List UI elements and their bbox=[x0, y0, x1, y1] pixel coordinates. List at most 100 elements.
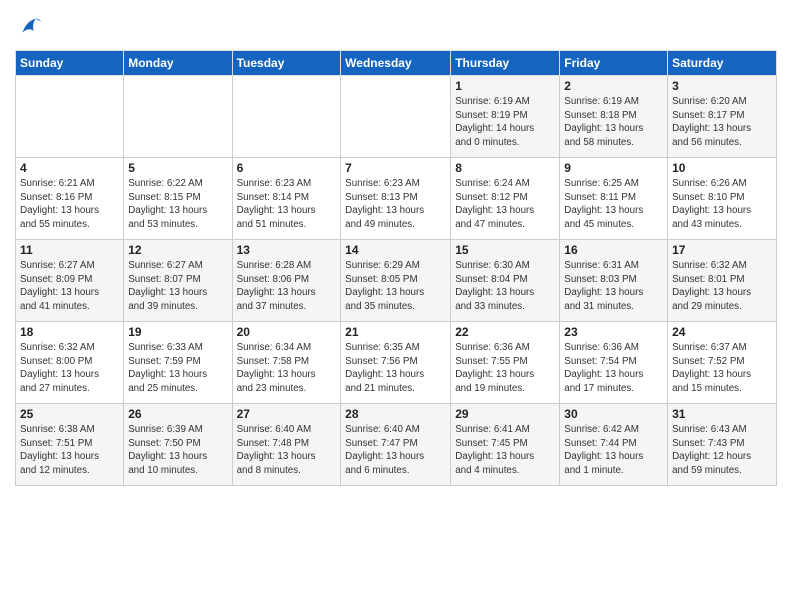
day-number: 4 bbox=[20, 161, 119, 175]
calendar-cell bbox=[232, 76, 341, 158]
day-number: 6 bbox=[237, 161, 337, 175]
day-info: Sunrise: 6:30 AMSunset: 8:04 PMDaylight:… bbox=[455, 259, 555, 314]
day-info: Sunrise: 6:25 AMSunset: 8:11 PMDaylight:… bbox=[564, 177, 663, 232]
calendar-header-cell: Thursday bbox=[451, 51, 560, 76]
day-number: 21 bbox=[345, 325, 446, 339]
calendar-cell bbox=[124, 76, 232, 158]
day-number: 20 bbox=[237, 325, 337, 339]
calendar-cell: 20 Sunrise: 6:34 AMSunset: 7:58 PMDayligh… bbox=[232, 322, 341, 404]
calendar-cell: 12 Sunrise: 6:27 AMSunset: 8:07 PMDayligh… bbox=[124, 240, 232, 322]
day-number: 10 bbox=[672, 161, 772, 175]
day-info: Sunrise: 6:24 AMSunset: 8:12 PMDaylight:… bbox=[455, 177, 555, 232]
day-info: Sunrise: 6:27 AMSunset: 8:07 PMDaylight:… bbox=[128, 259, 227, 314]
day-info: Sunrise: 6:40 AMSunset: 7:47 PMDaylight:… bbox=[345, 423, 446, 478]
day-info: Sunrise: 6:41 AMSunset: 7:45 PMDaylight:… bbox=[455, 423, 555, 478]
day-number: 18 bbox=[20, 325, 119, 339]
calendar-cell: 31Sunrise: 6:43 AMSunset: 7:43 PMDayligh… bbox=[668, 404, 777, 486]
day-info: Sunrise: 6:33 AMSunset: 7:59 PMDaylight:… bbox=[128, 341, 227, 396]
day-number: 22 bbox=[455, 325, 555, 339]
calendar-cell: 16 Sunrise: 6:31 AMSunset: 8:03 PMDayligh… bbox=[560, 240, 668, 322]
calendar-table: SundayMondayTuesdayWednesdayThursdayFrid… bbox=[15, 50, 777, 486]
calendar-header-cell: Monday bbox=[124, 51, 232, 76]
calendar-cell: 14 Sunrise: 6:29 AMSunset: 8:05 PMDayligh… bbox=[341, 240, 451, 322]
day-number: 26 bbox=[128, 407, 227, 421]
calendar-week-row: 18 Sunrise: 6:32 AMSunset: 8:00 PMDayligh… bbox=[16, 322, 777, 404]
day-number: 29 bbox=[455, 407, 555, 421]
calendar-week-row: 1Sunrise: 6:19 AMSunset: 8:19 PMDaylight… bbox=[16, 76, 777, 158]
day-number: 16 bbox=[564, 243, 663, 257]
day-number: 11 bbox=[20, 243, 119, 257]
calendar-cell: 30Sunrise: 6:42 AMSunset: 7:44 PMDayligh… bbox=[560, 404, 668, 486]
page-header bbox=[15, 10, 777, 42]
day-info: Sunrise: 6:35 AMSunset: 7:56 PMDaylight:… bbox=[345, 341, 446, 396]
day-info: Sunrise: 6:34 AMSunset: 7:58 PMDaylight:… bbox=[237, 341, 337, 396]
calendar-cell: 7Sunrise: 6:23 AMSunset: 8:13 PMDaylight… bbox=[341, 158, 451, 240]
calendar-cell: 26 Sunrise: 6:39 AMSunset: 7:50 PMDayligh… bbox=[124, 404, 232, 486]
day-info: Sunrise: 6:36 AMSunset: 7:55 PMDaylight:… bbox=[455, 341, 555, 396]
day-info: Sunrise: 6:19 AMSunset: 8:18 PMDaylight:… bbox=[564, 95, 663, 150]
day-number: 5 bbox=[128, 161, 227, 175]
day-info: Sunrise: 6:23 AMSunset: 8:13 PMDaylight:… bbox=[345, 177, 446, 232]
calendar-cell: 3Sunrise: 6:20 AMSunset: 8:17 PMDaylight… bbox=[668, 76, 777, 158]
day-number: 17 bbox=[672, 243, 772, 257]
calendar-cell: 2 Sunrise: 6:19 AMSunset: 8:18 PMDaylight… bbox=[560, 76, 668, 158]
day-info: Sunrise: 6:23 AMSunset: 8:14 PMDaylight:… bbox=[237, 177, 337, 232]
calendar-cell: 23 Sunrise: 6:36 AMSunset: 7:54 PMDayligh… bbox=[560, 322, 668, 404]
calendar-cell: 28 Sunrise: 6:40 AMSunset: 7:47 PMDayligh… bbox=[341, 404, 451, 486]
day-number: 25 bbox=[20, 407, 119, 421]
day-number: 30 bbox=[564, 407, 663, 421]
day-info: Sunrise: 6:37 AMSunset: 7:52 PMDaylight:… bbox=[672, 341, 772, 396]
day-info: Sunrise: 6:26 AMSunset: 8:10 PMDaylight:… bbox=[672, 177, 772, 232]
calendar-week-row: 4 Sunrise: 6:21 AMSunset: 8:16 PMDaylight… bbox=[16, 158, 777, 240]
day-number: 12 bbox=[128, 243, 227, 257]
calendar-cell: 17 Sunrise: 6:32 AMSunset: 8:01 PMDayligh… bbox=[668, 240, 777, 322]
calendar-cell: 1Sunrise: 6:19 AMSunset: 8:19 PMDaylight… bbox=[451, 76, 560, 158]
calendar-header-cell: Friday bbox=[560, 51, 668, 76]
day-number: 15 bbox=[455, 243, 555, 257]
day-info: Sunrise: 6:28 AMSunset: 8:06 PMDaylight:… bbox=[237, 259, 337, 314]
calendar-cell bbox=[341, 76, 451, 158]
day-number: 31 bbox=[672, 407, 772, 421]
day-number: 27 bbox=[237, 407, 337, 421]
calendar-cell: 6 Sunrise: 6:23 AMSunset: 8:14 PMDaylight… bbox=[232, 158, 341, 240]
day-number: 13 bbox=[237, 243, 337, 257]
calendar-header-cell: Saturday bbox=[668, 51, 777, 76]
calendar-cell: 5 Sunrise: 6:22 AMSunset: 8:15 PMDaylight… bbox=[124, 158, 232, 240]
day-number: 1 bbox=[455, 79, 555, 93]
day-info: Sunrise: 6:27 AMSunset: 8:09 PMDaylight:… bbox=[20, 259, 119, 314]
logo bbox=[15, 14, 47, 42]
calendar-cell: 22 Sunrise: 6:36 AMSunset: 7:55 PMDayligh… bbox=[451, 322, 560, 404]
day-info: Sunrise: 6:29 AMSunset: 8:05 PMDaylight:… bbox=[345, 259, 446, 314]
calendar-header-cell: Tuesday bbox=[232, 51, 341, 76]
day-number: 23 bbox=[564, 325, 663, 339]
calendar-cell: 27Sunrise: 6:40 AMSunset: 7:48 PMDayligh… bbox=[232, 404, 341, 486]
day-info: Sunrise: 6:21 AMSunset: 8:16 PMDaylight:… bbox=[20, 177, 119, 232]
calendar-cell bbox=[16, 76, 124, 158]
day-info: Sunrise: 6:38 AMSunset: 7:51 PMDaylight:… bbox=[20, 423, 119, 478]
day-info: Sunrise: 6:32 AMSunset: 8:01 PMDaylight:… bbox=[672, 259, 772, 314]
day-info: Sunrise: 6:22 AMSunset: 8:15 PMDaylight:… bbox=[128, 177, 227, 232]
day-info: Sunrise: 6:32 AMSunset: 8:00 PMDaylight:… bbox=[20, 341, 119, 396]
day-number: 28 bbox=[345, 407, 446, 421]
day-info: Sunrise: 6:39 AMSunset: 7:50 PMDaylight:… bbox=[128, 423, 227, 478]
calendar-cell: 15 Sunrise: 6:30 AMSunset: 8:04 PMDayligh… bbox=[451, 240, 560, 322]
calendar-cell: 11 Sunrise: 6:27 AMSunset: 8:09 PMDayligh… bbox=[16, 240, 124, 322]
calendar-cell: 19 Sunrise: 6:33 AMSunset: 7:59 PMDayligh… bbox=[124, 322, 232, 404]
calendar-week-row: 11 Sunrise: 6:27 AMSunset: 8:09 PMDayligh… bbox=[16, 240, 777, 322]
calendar-cell: 9 Sunrise: 6:25 AMSunset: 8:11 PMDaylight… bbox=[560, 158, 668, 240]
calendar-header-cell: Sunday bbox=[16, 51, 124, 76]
calendar-week-row: 25 Sunrise: 6:38 AMSunset: 7:51 PMDayligh… bbox=[16, 404, 777, 486]
day-number: 2 bbox=[564, 79, 663, 93]
calendar-cell: 4 Sunrise: 6:21 AMSunset: 8:16 PMDaylight… bbox=[16, 158, 124, 240]
day-number: 14 bbox=[345, 243, 446, 257]
day-number: 24 bbox=[672, 325, 772, 339]
day-info: Sunrise: 6:20 AMSunset: 8:17 PMDaylight:… bbox=[672, 95, 772, 150]
calendar-cell: 18 Sunrise: 6:32 AMSunset: 8:00 PMDayligh… bbox=[16, 322, 124, 404]
day-info: Sunrise: 6:36 AMSunset: 7:54 PMDaylight:… bbox=[564, 341, 663, 396]
day-number: 9 bbox=[564, 161, 663, 175]
calendar-cell: 29 Sunrise: 6:41 AMSunset: 7:45 PMDayligh… bbox=[451, 404, 560, 486]
day-number: 19 bbox=[128, 325, 227, 339]
calendar-cell: 13 Sunrise: 6:28 AMSunset: 8:06 PMDayligh… bbox=[232, 240, 341, 322]
day-info: Sunrise: 6:31 AMSunset: 8:03 PMDaylight:… bbox=[564, 259, 663, 314]
calendar-cell: 24 Sunrise: 6:37 AMSunset: 7:52 PMDayligh… bbox=[668, 322, 777, 404]
